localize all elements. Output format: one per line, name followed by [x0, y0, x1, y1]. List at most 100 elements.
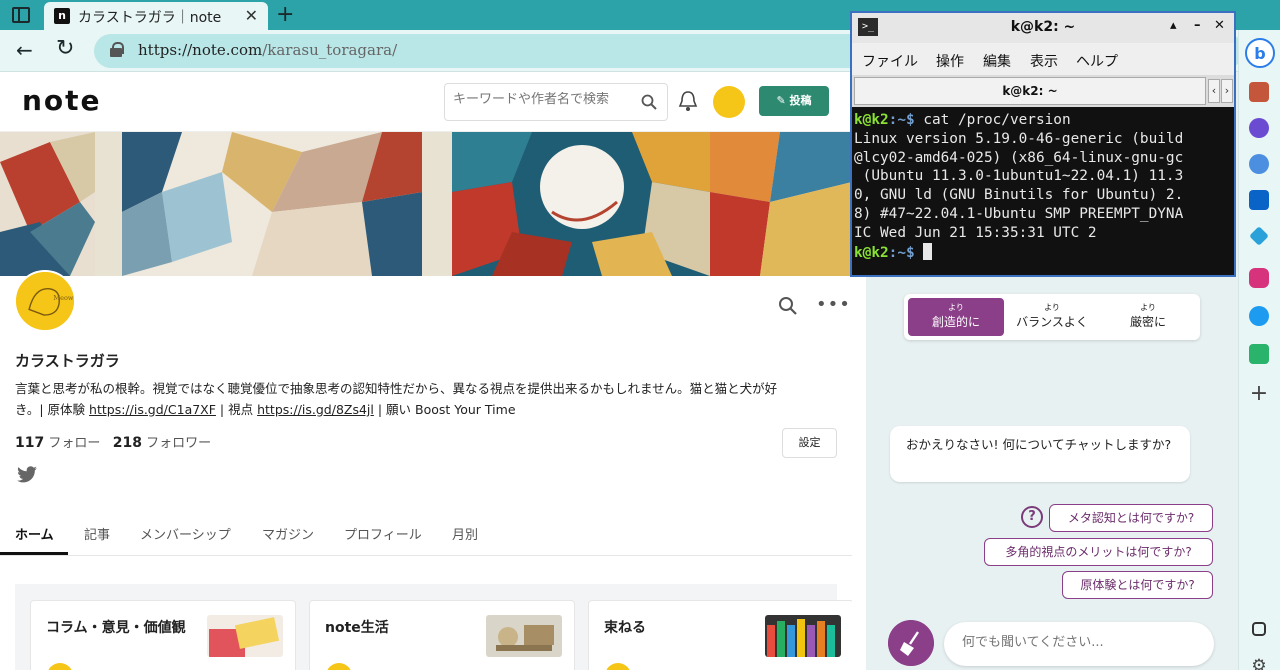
tab-magazines[interactable]: マガジン	[262, 524, 314, 543]
bio-link-shiten[interactable]: https://is.gd/8Zs4jl	[257, 402, 374, 417]
suggestion-chip[interactable]: 多角的視点のメリットは何ですか?	[984, 538, 1213, 566]
follower-link[interactable]: 218 フォロワー	[113, 435, 211, 451]
shade-icon[interactable]: ▴	[1170, 18, 1177, 33]
magazine-card[interactable]: note生活	[309, 600, 575, 670]
magazine-thumbnail	[207, 615, 283, 657]
post-button[interactable]: ✎ 投稿	[759, 86, 829, 116]
user-avatar[interactable]	[713, 86, 745, 118]
profile-avatar[interactable]: Meow	[14, 270, 76, 332]
new-tab-icon[interactable]: +	[276, 2, 294, 27]
note-page: note ✎ 投稿 Meow ••• カラストラガラ 言葉と思考が私の根幹。視覚…	[0, 72, 852, 670]
bell-icon[interactable]	[678, 90, 698, 112]
suggestion-chip[interactable]: 原体験とは何ですか?	[1062, 571, 1213, 599]
tab-membership[interactable]: メンバーシップ	[140, 524, 231, 543]
author-avatar	[326, 663, 352, 670]
back-icon[interactable]: ←	[16, 38, 33, 62]
note-favicon-icon: n	[54, 8, 70, 24]
notebook-icon[interactable]	[1249, 344, 1269, 364]
outlook-icon[interactable]	[1249, 190, 1269, 210]
terminal-tab[interactable]: k@k2: ~	[854, 77, 1206, 105]
bio-text: き。| 原体験	[15, 402, 90, 417]
tab-close-icon[interactable]: ✕	[245, 6, 258, 25]
magazine-thumbnail	[765, 615, 841, 657]
gear-icon[interactable]: ⚙	[1249, 656, 1269, 670]
tab-monthly[interactable]: 月別	[452, 524, 478, 543]
svg-text:Meow: Meow	[53, 294, 73, 302]
note-header: note ✎ 投稿	[0, 72, 852, 132]
follow-stats: 117 フォロー 218 フォロワー	[15, 432, 211, 451]
follow-link[interactable]: 117 フォロー	[15, 435, 100, 451]
magazine-card[interactable]: コラム・意見・価値観	[30, 600, 296, 670]
menu-file[interactable]: ファイル	[862, 51, 918, 71]
chat-input[interactable]	[962, 635, 1192, 650]
chat-input-box[interactable]	[944, 622, 1214, 666]
menu-view[interactable]: 表示	[1030, 51, 1058, 71]
twitter-icon[interactable]	[1249, 306, 1269, 326]
tab-scroll-right-icon[interactable]: ›	[1221, 79, 1233, 103]
lock-icon	[110, 42, 124, 57]
terminal-titlebar[interactable]: >_ k@k2: ~ ▴ – ✕	[852, 13, 1234, 43]
magazine-card[interactable]: 束ねる	[588, 600, 852, 670]
instagram-icon[interactable]	[1249, 268, 1269, 288]
new-topic-broom-icon[interactable]	[888, 620, 934, 666]
active-tab-indicator	[0, 552, 68, 555]
svg-text:b: b	[1254, 44, 1265, 63]
menu-actions[interactable]: 操作	[936, 51, 964, 71]
tab-profile[interactable]: プロフィール	[344, 524, 422, 543]
menu-edit[interactable]: 編集	[983, 51, 1011, 71]
greeting-message: おかえりなさい! 何についてチャットしますか?	[890, 426, 1190, 482]
plus-icon[interactable]: +	[1249, 383, 1269, 405]
bio-text: | 視点	[215, 402, 258, 417]
browser-tab[interactable]: n カラストラガラ｜note ✕	[44, 2, 268, 30]
banner-panel	[452, 132, 710, 276]
tab-articles[interactable]: 記事	[84, 524, 110, 543]
banner-panel	[710, 132, 852, 276]
layout-icon[interactable]	[1252, 622, 1266, 636]
shapes-icon[interactable]	[1249, 118, 1269, 138]
send-icon[interactable]	[1249, 226, 1269, 246]
profile-name: カラストラガラ	[15, 352, 120, 370]
magazine-title: 束ねる	[604, 620, 646, 636]
search-input[interactable]	[453, 92, 633, 107]
twitter-icon[interactable]	[16, 466, 38, 484]
profile-search-icon[interactable]	[778, 296, 798, 316]
author-avatar	[47, 663, 73, 670]
url-text[interactable]: https://note.com/karasu_toragara/	[138, 41, 397, 59]
mode-balanced-button[interactable]: より バランスよく	[1004, 298, 1100, 336]
menu-help[interactable]: ヘルプ	[1076, 51, 1118, 71]
sidebar-toggle-icon[interactable]	[12, 7, 30, 23]
magazine-thumbnail	[486, 615, 562, 657]
banner-panel	[122, 132, 422, 276]
tab-home[interactable]: ホーム	[15, 524, 54, 543]
pencil-icon: ✎	[776, 94, 790, 107]
terminal-output[interactable]: k@k2:~$ cat /proc/version Linux version …	[852, 109, 1234, 275]
search-icon[interactable]	[641, 94, 657, 110]
settings-button[interactable]: 設定	[782, 428, 837, 458]
note-logo[interactable]: note	[22, 84, 102, 117]
minimize-icon[interactable]: –	[1194, 18, 1201, 33]
profile-header-image	[0, 132, 852, 276]
magazine-title: note生活	[325, 620, 389, 636]
help-icon[interactable]: ?	[1021, 506, 1043, 528]
suggestion-chip[interactable]: メタ認知とは何ですか?	[1049, 504, 1213, 532]
profile-bio: 言葉と思考が私の根幹。視覚ではなく聴覚優位で抽象思考の認知特性だから、異なる視点…	[15, 378, 840, 420]
profile-tabs: ホーム 記事 メンバーシップ マガジン プロフィール 月別	[0, 516, 852, 556]
conversation-style-selector: より 創造的に より バランスよく より 厳密に	[904, 294, 1200, 340]
post-button-label: 投稿	[789, 94, 812, 107]
more-icon[interactable]: •••	[816, 294, 851, 315]
mode-creative-button[interactable]: より 創造的に	[908, 298, 1004, 336]
terminal-window: >_ k@k2: ~ ▴ – ✕ ファイル 操作 編集 表示 ヘルプ k@k2:…	[850, 11, 1236, 277]
mode-precise-button[interactable]: より 厳密に	[1100, 298, 1196, 336]
briefcase-icon[interactable]	[1249, 82, 1269, 102]
bio-link-genkeiken[interactable]: https://is.gd/C1a7XF	[89, 402, 216, 417]
bio-text: 言葉と思考が私の根幹。視覚ではなく聴覚優位で抽象思考の認知特性だから、異なる視点…	[15, 381, 778, 396]
edge-sidebar: b + ⚙	[1238, 30, 1280, 670]
copilot-icon[interactable]	[1249, 154, 1269, 174]
close-icon[interactable]: ✕	[1214, 18, 1225, 33]
terminal-tab-row: k@k2: ~ ‹ ›	[852, 75, 1234, 107]
tab-scroll-left-icon[interactable]: ‹	[1208, 79, 1220, 103]
bing-icon[interactable]: b	[1245, 38, 1275, 68]
reload-icon[interactable]: ↻	[56, 36, 74, 61]
banner-panel	[0, 132, 95, 276]
note-search-box[interactable]	[444, 83, 668, 121]
